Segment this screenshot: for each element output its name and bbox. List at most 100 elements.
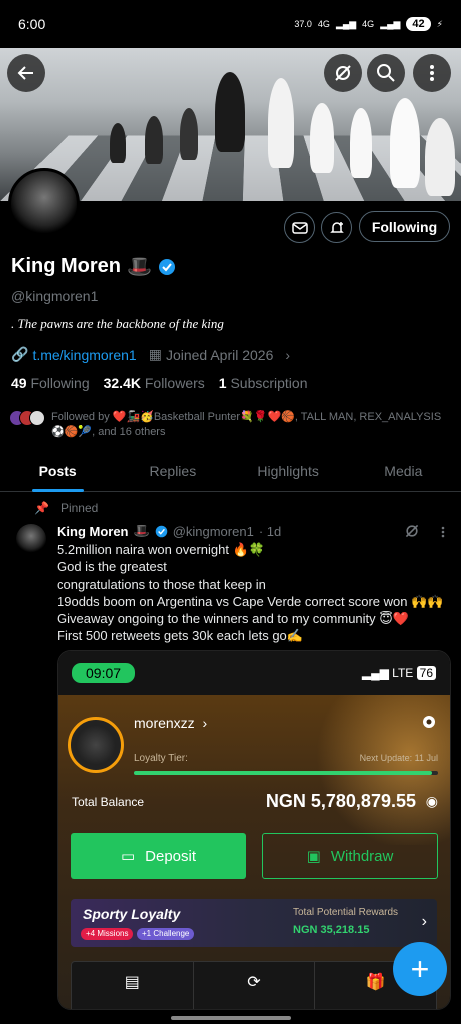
tab-replies[interactable]: Replies	[115, 455, 230, 491]
image-signal: ▂▄▆ LTE 76	[362, 666, 436, 680]
profile-page: 6:00 37.0 4G ▂▄▆ 4G ▂▄▆ 42 ⚡ Following K…	[0, 0, 461, 1024]
loyalty-tier: Loyalty Tier:	[134, 753, 188, 764]
withdraw-button: ▣ Withdraw	[262, 833, 438, 879]
profile-name-text: King Moren	[11, 255, 121, 277]
calendar-icon: ▦	[148, 346, 162, 362]
net1: 4G	[317, 19, 330, 29]
tab-media[interactable]: Media	[346, 455, 461, 491]
notify-button[interactable]	[321, 212, 352, 243]
followers-stat[interactable]: 32.4K Followers	[104, 375, 205, 391]
status-time: 6:00	[18, 16, 46, 32]
wallet-username: morenxzz ›	[134, 715, 208, 731]
link-icon: 🔗	[11, 346, 29, 362]
profile-meta: 🔗 t.me/kingmoren1 ▦ Joined April 2026 ›	[11, 346, 290, 363]
profile-bio: . The pawns are the backbone of the king	[11, 316, 224, 331]
user-avatar	[68, 717, 124, 773]
loyalty-progress-fill	[134, 771, 432, 775]
sporty-title: Sporty Loyalty	[83, 906, 181, 922]
status-bar: 6:00 37.0 4G ▂▄▆ 4G ▂▄▆ 42 ⚡	[0, 0, 461, 48]
eye-icon: ◉	[425, 793, 438, 809]
pinned-text: Pinned	[60, 501, 99, 515]
receipt-icon: ▤	[72, 962, 194, 1009]
author-emoji: 🎩	[133, 523, 150, 538]
loyalty-progress	[134, 771, 438, 775]
profile-tabs: Posts Replies Highlights Media	[0, 455, 461, 492]
settings-gear-icon	[423, 716, 435, 728]
wallet-icon: ▭	[120, 848, 136, 865]
post-text: 5.2million naira won overnight 🔥🍀 God is…	[57, 542, 444, 644]
image-time: 09:07	[72, 663, 136, 683]
grok-icon[interactable]	[404, 523, 420, 539]
challenge-pill: +1 Challenge	[137, 928, 195, 940]
signal-icon: ▂▄▆	[335, 18, 357, 29]
search-icon	[377, 64, 395, 82]
gesture-bar	[0, 1010, 461, 1024]
profile-stats: 49 Following 32.4K Followers 1 Subscript…	[11, 375, 308, 391]
arrow-left-icon	[17, 66, 33, 80]
chess-piece	[390, 98, 420, 188]
signal-icon-2: ▂▄▆	[380, 18, 401, 29]
post-header: King Moren 🎩 @kingmoren1 · 1d	[57, 523, 281, 539]
follower-avatars	[9, 410, 45, 440]
image-status-bar: 09:07 ▂▄▆ LTE 76	[58, 651, 450, 695]
next-update: Next Update: 11 Jul	[359, 753, 438, 763]
post-handle: @kingmoren1	[172, 523, 254, 539]
wallet-card: morenxzz › Loyalty Tier: Next Update: 11…	[58, 695, 450, 1009]
chess-piece	[180, 108, 198, 160]
following-button[interactable]: Following	[359, 211, 450, 242]
charging-icon: ⚡	[436, 18, 443, 29]
joined-date: Joined April 2026	[165, 346, 274, 363]
follower-avatar	[29, 410, 45, 426]
name-emoji: 🎩	[127, 256, 152, 278]
grok-button[interactable]	[324, 54, 362, 92]
followed-by[interactable]: Followed by ❤️🚂🥳Basketball Punter💐🌹❤️🏀, …	[9, 410, 449, 440]
net2: 4G	[362, 19, 375, 29]
following-stat[interactable]: 49 Following	[11, 375, 90, 391]
status-icons: 37.0 4G ▂▄▆ 4G ▂▄▆ 42 ⚡	[294, 17, 443, 31]
post-time: · 1d	[258, 523, 282, 539]
verified-badge-icon	[158, 258, 175, 275]
profile-name: King Moren 🎩	[11, 254, 176, 279]
tab-highlights[interactable]: Highlights	[231, 455, 346, 491]
chess-piece	[310, 103, 334, 173]
message-button[interactable]	[284, 212, 315, 243]
missions-pill: +4 Missions	[81, 928, 134, 940]
chess-piece	[350, 108, 372, 178]
chess-piece	[425, 118, 455, 196]
back-button[interactable]	[7, 54, 45, 92]
deposit-button: ▭ Deposit	[71, 833, 246, 879]
chevron-right-icon[interactable]: ›	[285, 347, 290, 363]
total-balance-amount: NGN 5,780,879.55	[265, 791, 416, 811]
more-button[interactable]	[413, 54, 451, 92]
chess-piece	[110, 123, 126, 163]
envelope-icon	[291, 221, 308, 234]
kebab-icon[interactable]	[437, 525, 449, 539]
profile-avatar[interactable]	[8, 168, 80, 240]
net-speed: 37.0	[294, 19, 312, 29]
sporty-loyalty-banner: Sporty Loyalty +4 Missions +1 Challenge …	[71, 899, 437, 947]
grok-icon	[335, 65, 351, 81]
post-image[interactable]: 09:07 ▂▄▆ LTE 76 morenxzz › Loyalty Tier…	[57, 650, 451, 1010]
withdraw-icon: ▣	[306, 848, 321, 865]
verified-badge-icon	[155, 525, 167, 537]
kebab-icon	[430, 65, 434, 81]
post-avatar[interactable]	[16, 524, 46, 554]
transactions-icon: ⟳	[194, 962, 316, 1009]
profile-link[interactable]: t.me/kingmoren1	[32, 347, 136, 363]
chess-piece	[268, 78, 294, 168]
battery-indicator: 42	[406, 17, 431, 31]
chess-piece	[145, 116, 163, 164]
chevron-right-icon: ›	[421, 913, 427, 930]
post-author[interactable]: King Moren	[57, 524, 129, 539]
pinned-label: 📌 Pinned	[34, 501, 98, 515]
rewards-label: Total Potential Rewards	[293, 907, 399, 918]
profile-handle: @kingmoren1	[11, 288, 99, 304]
compose-button[interactable]: +	[393, 942, 447, 996]
search-button[interactable]	[367, 54, 405, 92]
subscription-stat[interactable]: 1 Subscription	[219, 375, 308, 391]
tab-posts[interactable]: Posts	[0, 455, 115, 492]
wallet-shortcuts: ▤ ⟳ 🎁	[71, 961, 437, 1009]
followed-by-text: Followed by ❤️🚂🥳Basketball Punter💐🌹❤️🏀, …	[51, 411, 442, 438]
pin-icon: 📌	[34, 501, 49, 515]
rewards-amount: NGN 35,218.15	[293, 924, 370, 936]
